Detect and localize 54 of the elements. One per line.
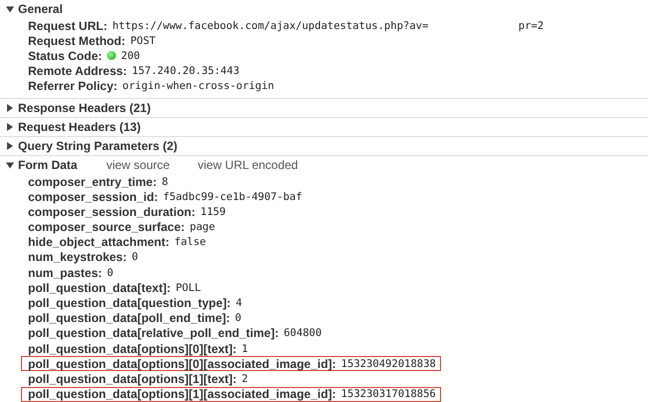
field-value: POST xyxy=(130,34,156,47)
field-name: num_pastes: xyxy=(28,266,102,280)
field-value: 157.240.20.35:443 xyxy=(132,65,240,78)
field-value: false xyxy=(174,236,206,248)
field-value: 0 xyxy=(235,312,242,324)
field-name: poll_question_data[text]: xyxy=(28,280,171,295)
collapsed-triangle-icon[interactable] xyxy=(6,142,14,150)
field-name: poll_question_data[options][0][text]: xyxy=(28,342,237,356)
section-header[interactable]: Response Headers (21) xyxy=(18,100,151,115)
field-name: composer_entry_time: xyxy=(28,174,157,189)
field-value: 0 xyxy=(107,266,114,279)
field-value: 1 xyxy=(242,342,248,355)
field-name: composer_session_duration: xyxy=(28,204,196,219)
view-link[interactable]: view source xyxy=(106,158,170,172)
section-header[interactable]: Request Headers (13) xyxy=(18,120,141,134)
expanded-triangle-icon[interactable] xyxy=(6,160,14,169)
field-value: pr=2 xyxy=(518,20,544,32)
field-name: poll_question_data[options][1][text]: xyxy=(28,372,237,386)
field-value: 1159 xyxy=(200,206,226,218)
field-name: poll_question_data[options][1][associated_image_id]: xyxy=(28,387,336,402)
field-name: Remote Address: xyxy=(28,64,127,78)
field-value: 4 xyxy=(236,297,242,310)
field-name: composer_session_id: xyxy=(28,190,158,204)
field-value: f5adbc99-ce1b-4907-baf xyxy=(163,190,302,203)
field-name: poll_question_data[question_type]: xyxy=(28,296,231,310)
field-value: https://www.facebook.com/ajax/updatestatus.php?av= xyxy=(112,20,428,32)
field-value: 8 xyxy=(162,176,168,188)
field-name: poll_question_data[relative_poll_end_time]: xyxy=(28,326,279,340)
field-name: hide_object_attachment: xyxy=(28,235,170,250)
section-header[interactable]: Query String Parameters (2) xyxy=(18,138,178,153)
field-value: POLL xyxy=(176,282,201,294)
field-name: poll_question_data[poll_end_time]: xyxy=(28,311,230,326)
field-name: Status Code: xyxy=(28,48,102,63)
field-name: num_keystrokes: xyxy=(28,250,127,264)
field-value: 153230317018856 xyxy=(341,388,436,400)
field-value: 200 xyxy=(121,50,140,62)
field-name: Request Method: xyxy=(28,34,126,48)
section-header[interactable]: Form Data xyxy=(18,158,78,172)
field-value: origin-when-cross-origin xyxy=(122,80,274,92)
collapsed-triangle-icon[interactable] xyxy=(6,122,14,131)
collapsed-triangle-icon[interactable] xyxy=(6,104,14,112)
field-name: Request URL: xyxy=(28,18,108,33)
field-value: 604800 xyxy=(284,327,322,340)
field-name: poll_question_data[options][0][associated_image_id]: xyxy=(28,356,336,371)
field-value: 153230492018838 xyxy=(341,358,436,370)
view-link[interactable]: view URL encoded xyxy=(198,158,298,172)
section-header[interactable]: General xyxy=(18,2,63,16)
field-value: page xyxy=(190,221,216,234)
field-value: 2 xyxy=(242,372,248,385)
field-name: Referrer Policy: xyxy=(28,79,118,94)
field-name: composer_source_surface: xyxy=(28,220,185,234)
expanded-triangle-icon[interactable] xyxy=(6,5,14,13)
field-value: 0 xyxy=(132,251,138,264)
status-dot-icon xyxy=(107,51,116,60)
